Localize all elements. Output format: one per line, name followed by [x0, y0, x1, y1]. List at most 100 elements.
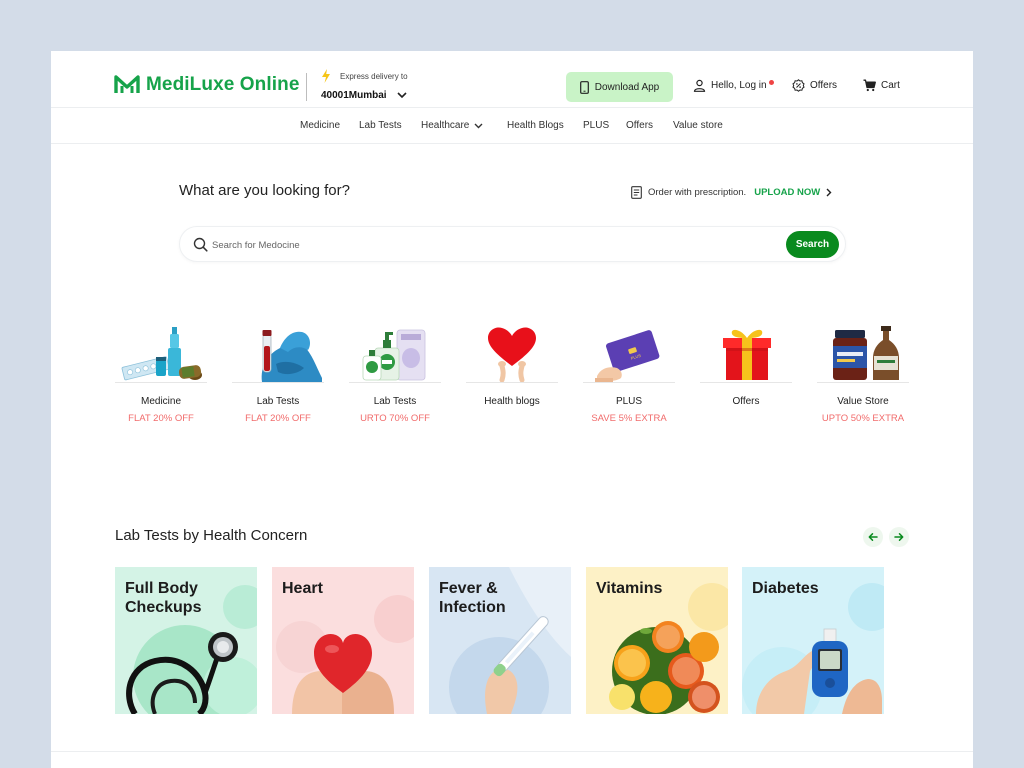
category-divider [349, 382, 441, 383]
category-name: Health blogs [484, 396, 540, 407]
category-healthcare-products[interactable]: Lab Tests URTO 70% OFF [345, 326, 445, 431]
lightning-icon [322, 69, 330, 83]
healthcare-products-image [362, 329, 426, 381]
nav-item-plus[interactable]: PLUS [583, 120, 609, 131]
concern-title: Fever & Infection [439, 579, 506, 617]
heart-image [488, 327, 536, 382]
category-divider [700, 382, 792, 383]
concern-title: Diabetes [752, 579, 819, 598]
gift-image [723, 329, 771, 380]
concern-title-line: Fever & [439, 580, 498, 597]
page: MediLuxe Online Express delivery to 4000… [51, 51, 973, 768]
category-name: Value Store [837, 396, 889, 407]
category-name: Medicine [140, 396, 182, 407]
concern-title: Full Body Checkups [125, 579, 201, 617]
medicine-image [121, 327, 202, 381]
download-app-button[interactable]: Download App [566, 72, 673, 102]
category-offer: SAVE 5% EXTRA [591, 413, 667, 424]
category-name: Lab Tests [373, 396, 417, 407]
carousel-prev-button[interactable] [863, 527, 883, 547]
concern-title-line: Infection [439, 599, 506, 616]
category-offer: UPTO 50% EXTRA [821, 413, 905, 424]
discount-badge-icon [792, 79, 805, 92]
prescription-label: Order with prescription. [648, 187, 747, 198]
search-heading: What are you looking for? [179, 182, 350, 199]
nav-item-offers[interactable]: Offers [626, 120, 653, 131]
offers-label: Offers [810, 80, 838, 91]
prescription-upload: Order with prescription. UPLOAD NOW [631, 186, 832, 199]
category-divider [466, 382, 558, 383]
download-app-label: Download App [594, 81, 660, 93]
brand-logo[interactable]: MediLuxe Online [114, 74, 300, 96]
category-name: PLUS [615, 396, 643, 407]
category-name: Lab Tests [256, 396, 300, 407]
category-divider [115, 382, 207, 383]
concern-card-diabetes[interactable]: Diabetes [742, 567, 884, 714]
cart-label: Cart [881, 80, 900, 91]
nav-item-health-blogs[interactable]: Health Blogs [507, 120, 564, 131]
cart-link[interactable]: Cart [863, 79, 900, 92]
phone-icon [579, 80, 589, 94]
nav-item-healthcare[interactable]: Healthcare [421, 120, 483, 131]
login-label: Hello, Log in [711, 80, 767, 91]
header-divider [306, 73, 307, 101]
search-button[interactable]: Search [786, 231, 839, 258]
chevron-right-icon [826, 188, 832, 197]
category-offers[interactable]: Offers [696, 326, 796, 431]
upload-now-label: UPLOAD NOW [754, 187, 821, 198]
category-medicine[interactable]: Medicine FLAT 20% OFF [111, 326, 211, 431]
nav-item-healthcare-label: Healthcare [421, 120, 470, 131]
concern-title-line: Diabetes [752, 580, 819, 597]
category-divider [817, 382, 909, 383]
lab-tests-image [261, 330, 322, 382]
logo-mark-icon [114, 75, 140, 93]
concern-title-line: Full Body [125, 580, 198, 597]
brand-name: MediLuxe Online [146, 74, 300, 95]
login-link[interactable]: Hello, Log in [693, 79, 774, 92]
chevron-down-icon [397, 92, 407, 99]
category-divider [232, 382, 324, 383]
concern-title: Heart [282, 579, 323, 598]
concern-title-line: Heart [282, 580, 323, 597]
notification-dot [768, 79, 774, 85]
chevron-down-icon [474, 123, 483, 128]
offers-link[interactable]: Offers [792, 79, 837, 92]
upload-now-link[interactable]: UPLOAD NOW [754, 187, 832, 198]
user-icon [693, 79, 706, 92]
nav-item-medicine[interactable]: Medicine [300, 120, 340, 131]
plus-card-image: PLUS [595, 330, 660, 382]
search-input[interactable] [212, 236, 772, 254]
location-selector[interactable]: 40001Mumbai [321, 90, 407, 101]
concern-title: Vitamins [596, 579, 662, 598]
lab-tests-heading: Lab Tests by Health Concern [115, 527, 308, 544]
section-divider [51, 751, 973, 752]
category-lab-tests[interactable]: Lab Tests FLAT 20% OFF [228, 326, 328, 431]
category-divider [583, 382, 675, 383]
concern-card-full-body[interactable]: Full Body Checkups [115, 567, 257, 714]
category-offer: FLAT 20% OFF [128, 413, 194, 424]
category-name: Offers [732, 396, 760, 407]
nav-item-lab-tests[interactable]: Lab Tests [359, 120, 402, 131]
concern-card-vitamins[interactable]: Vitamins [586, 567, 728, 714]
search-icon [193, 237, 208, 252]
concern-card-fever[interactable]: Fever & Infection [429, 567, 571, 714]
concern-card-heart[interactable]: Heart [272, 567, 414, 714]
document-icon [631, 186, 642, 199]
arrow-right-icon [894, 533, 904, 541]
category-value-store[interactable]: Value Store UPTO 50% EXTRA [813, 326, 913, 431]
search-bar: Search [179, 226, 846, 262]
arrow-left-icon [868, 533, 878, 541]
header: MediLuxe Online Express delivery to 4000… [51, 51, 973, 108]
category-offer: URTO 70% OFF [360, 413, 430, 424]
pincode: 40001Mumbai [321, 90, 387, 101]
delivery-label: Express delivery to [340, 72, 408, 81]
carousel-next-button[interactable] [889, 527, 909, 547]
category-offer: FLAT 20% OFF [245, 413, 311, 424]
concern-title-line: Checkups [125, 599, 202, 616]
main-nav: Medicine Lab Tests Healthcare Health Blo… [51, 108, 973, 144]
concern-title-line: Vitamins [596, 580, 663, 597]
nav-item-value-store[interactable]: Value store [673, 120, 723, 131]
category-plus[interactable]: PLUS PLUS SAVE 5% EXTRA [579, 326, 679, 431]
category-health-blogs[interactable]: Health blogs [462, 326, 562, 431]
value-store-image [833, 326, 899, 380]
